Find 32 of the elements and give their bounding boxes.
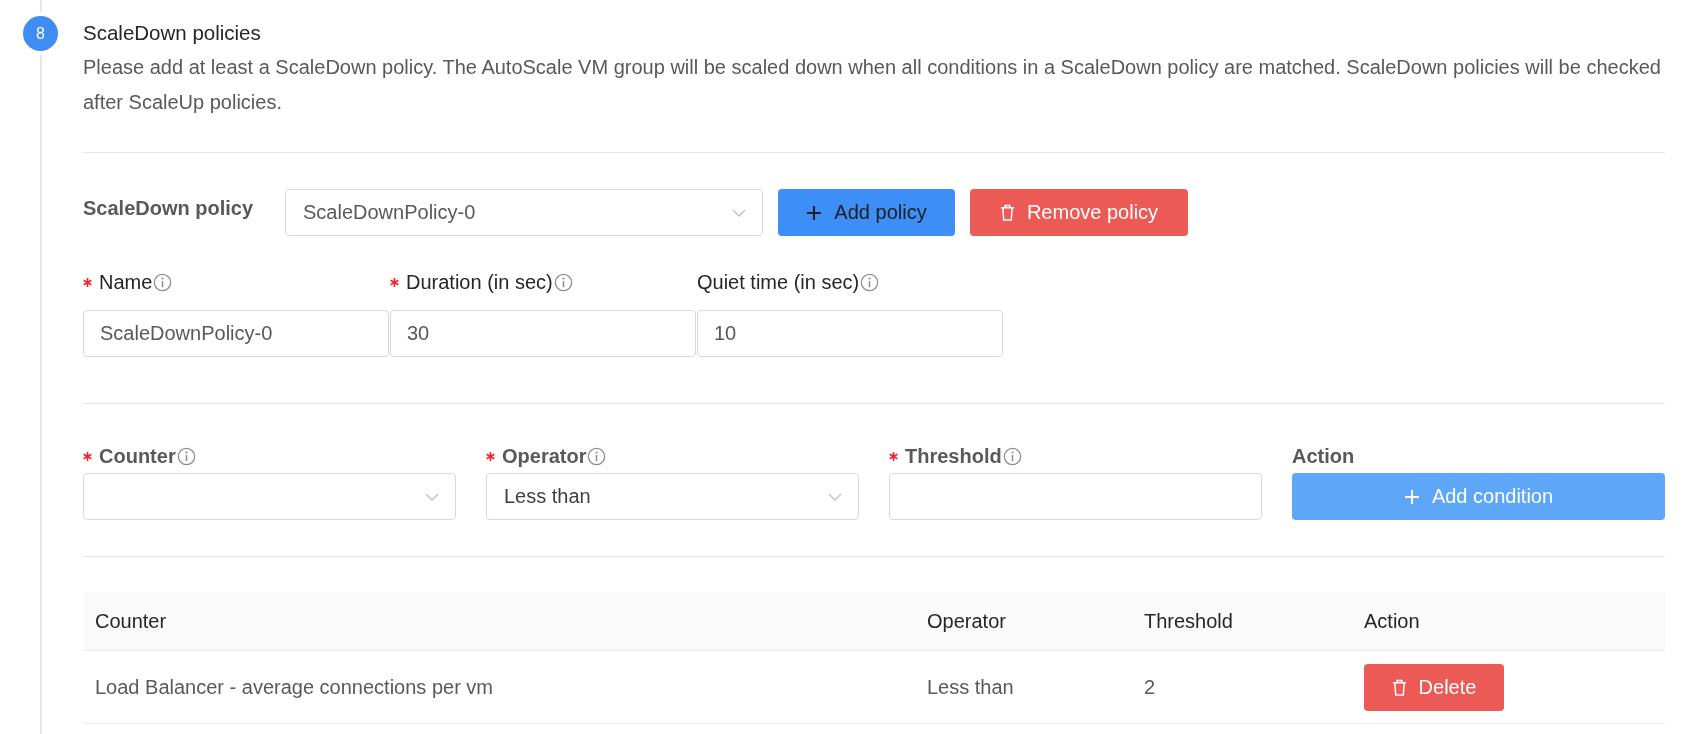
field-label: Name (99, 270, 153, 294)
table-cell-text: Less than (926, 675, 1015, 699)
text-field[interactable]: 10 (697, 310, 1003, 357)
select-field[interactable] (83, 473, 456, 520)
step-title: ScaleDown policies (83, 20, 262, 46)
field-label: Operator (502, 444, 587, 468)
column-header: Operator (926, 609, 1007, 633)
select-field[interactable]: Less than (486, 473, 859, 520)
column-header: Threshold (1143, 609, 1234, 633)
caret-icon (732, 208, 746, 217)
field-label: Quiet time (in sec) (697, 270, 860, 294)
field-label: Threshold (905, 444, 1002, 468)
plus-icon (1403, 488, 1420, 505)
caret-icon (828, 492, 842, 501)
trash-icon (1391, 678, 1407, 696)
text-field[interactable]: ScaleDownPolicy-0 (83, 310, 389, 357)
table-cell-text: 2 (1143, 675, 1157, 699)
column-header: Counter (94, 609, 168, 633)
step-description: Please add at least a ScaleDown policy. The AutoScale VM group will be scaled down when all conditions in a ScaleDown policy are matched. ScaleDown policies will be checked after ScaleUp policies. (83, 55, 1662, 115)
caret-icon (425, 492, 439, 501)
table-cell-text: Load Balancer - average connections per vm (94, 675, 494, 699)
plus-icon (806, 204, 823, 221)
policy-select[interactable]: ScaleDownPolicy-0 (285, 189, 763, 236)
field-label: Action (1292, 444, 1355, 468)
text-field[interactable] (889, 473, 1262, 520)
add-policy-button[interactable]: Add policy (778, 189, 955, 236)
field-label: Duration (in sec) (406, 270, 553, 294)
trash-icon (999, 204, 1015, 221)
field-label: Counter (99, 444, 176, 468)
column-header: Action (1363, 609, 1421, 633)
policy-label: ScaleDown policy (83, 196, 255, 220)
text-field[interactable]: 30 (390, 310, 696, 357)
